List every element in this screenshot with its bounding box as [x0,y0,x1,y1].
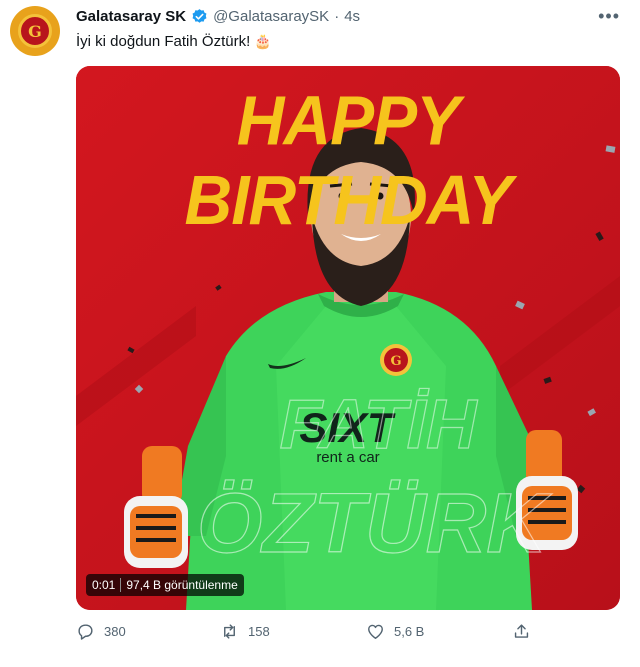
reply-button[interactable]: 380 [76,622,126,641]
retweet-button[interactable]: 158 [220,622,270,641]
tweet: G Galatasaray SK @GalatasaraySK · 4s •••… [0,0,640,667]
reply-icon [78,624,93,640]
more-icon[interactable]: ••• [598,6,620,27]
jersey-text-layer: SIXT rent a car FATİH ÖZTÜRK [196,384,552,570]
retweet-icon [224,624,235,639]
video-time: 0:01 [92,578,116,592]
share-icon [514,624,529,638]
verified-badge-icon [192,9,207,23]
tweet-header: Galatasaray SK @GalatasaraySK · 4s [76,8,360,25]
like-button[interactable]: 5,6 B [366,622,424,641]
separator-dot: · [334,8,340,25]
tweet-text: İyi ki doğdun Fatih Öztürk! 🎂 [76,33,272,50]
player-name-last: ÖZTÜRK [197,476,552,570]
tweet-timestamp[interactable]: 4s [344,8,360,25]
video-stats-badge: 0:01 97,4 B görüntülenme [86,574,244,596]
share-button[interactable] [512,622,531,641]
view-count: 97,4 B görüntülenme [126,578,238,592]
account-name[interactable]: Galatasaray SK [76,8,186,25]
player-name-first: FATİH [279,385,477,463]
club-crest-icon: G [18,14,52,48]
badge-divider [120,578,122,592]
tweet-video[interactable]: G HAPPY BIRTHDAY SIXT rent a car FATİH Ö… [76,66,620,610]
tweet-text-body: İyi ki doğdun Fatih Öztürk! [76,33,251,50]
reply-count: 380 [104,624,126,639]
account-handle[interactable]: @GalatasaraySK [213,8,329,25]
retweet-count: 158 [248,624,270,639]
like-count: 5,6 B [394,624,425,639]
cake-emoji: 🎂 [254,33,272,49]
tweet-actions: 380 158 5,6 B [76,622,546,646]
avatar[interactable]: G [10,6,60,56]
like-icon [368,624,383,639]
